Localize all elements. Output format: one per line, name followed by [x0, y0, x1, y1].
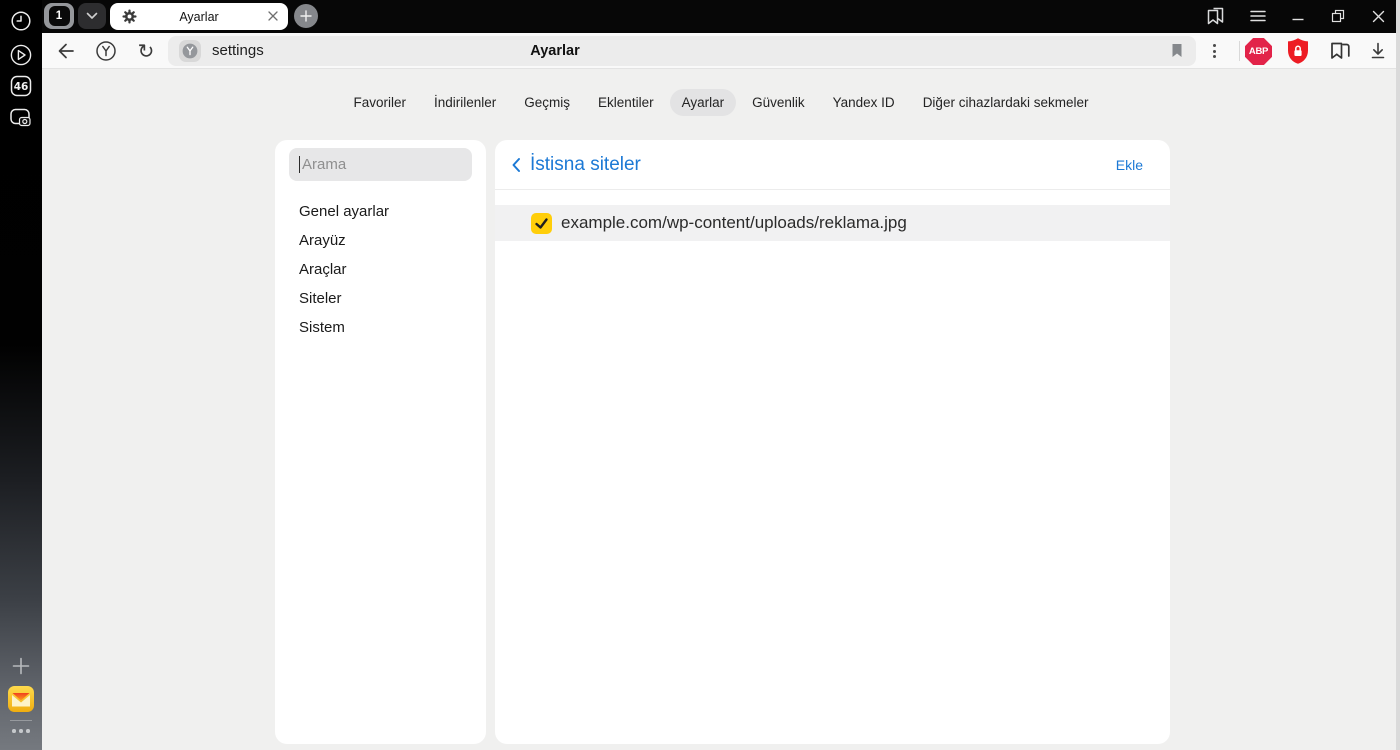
- browser-toolbar: ↻ settings Ayarlar ABP: [42, 33, 1400, 69]
- exceptions-header: İstisna siteler Ekle: [495, 140, 1170, 190]
- back-icon[interactable]: [54, 39, 78, 63]
- nav-tab-favoriler[interactable]: Favoriler: [341, 89, 418, 116]
- nav-tab-yandex-id[interactable]: Yandex ID: [821, 89, 907, 116]
- settings-nav: Favoriler İndirilenler Geçmiş Eklentiler…: [42, 89, 1400, 116]
- side-panel-icon[interactable]: [1204, 4, 1228, 28]
- gear-icon: [122, 9, 137, 24]
- download-icon[interactable]: [1366, 39, 1390, 63]
- search-field-wrap: [289, 148, 472, 181]
- tab-counter-badge: 1: [48, 6, 70, 26]
- site-favicon: [179, 40, 201, 62]
- page-title: Ayarlar: [530, 43, 580, 59]
- titlebar: 1 Ayarlar: [42, 0, 1400, 33]
- tab-counter-button[interactable]: 1: [44, 3, 74, 29]
- back-chevron-icon[interactable]: [508, 155, 524, 175]
- menu-item-araclar[interactable]: Araçlar: [275, 255, 486, 284]
- add-exception-button[interactable]: Ekle: [1116, 157, 1143, 173]
- add-panel-icon[interactable]: [0, 657, 42, 675]
- app-sidebar: 46: [0, 0, 42, 750]
- menu-item-siteler[interactable]: Siteler: [275, 284, 486, 313]
- menu-icon[interactable]: [1246, 4, 1270, 28]
- extension-count: 46: [14, 81, 29, 93]
- settings-sidebar-panel: Genel ayarlar Arayüz Araçlar Siteler Sis…: [275, 140, 486, 744]
- check-icon: [535, 217, 548, 229]
- exception-row[interactable]: example.com/wp-content/uploads/reklama.j…: [495, 205, 1170, 241]
- new-tab-icon: [300, 10, 312, 22]
- tab-title: Ayarlar: [179, 9, 219, 24]
- screenshot-icon[interactable]: [0, 107, 42, 129]
- toolbar-divider: [1239, 41, 1240, 61]
- yandex-button-icon[interactable]: [94, 39, 118, 63]
- menu-item-genel-ayarlar[interactable]: Genel ayarlar: [275, 197, 486, 226]
- protect-shield-icon[interactable]: [1285, 38, 1311, 64]
- text-caret: [299, 156, 300, 173]
- more-dots-icon[interactable]: [0, 729, 42, 733]
- search-input[interactable]: [289, 148, 472, 181]
- yandex-mail-icon[interactable]: [0, 686, 42, 712]
- nav-tab-eklentiler[interactable]: Eklentiler: [586, 89, 666, 116]
- refresh-icon[interactable]: ↻: [134, 39, 158, 63]
- sidebar-divider: [10, 720, 32, 721]
- history-clock-icon[interactable]: [0, 10, 42, 32]
- window-border: [1396, 0, 1400, 750]
- player-icon[interactable]: [0, 43, 42, 67]
- tab-close-icon[interactable]: [267, 10, 279, 22]
- adblock-label: ABP: [1248, 46, 1269, 57]
- url-text: settings: [212, 42, 264, 59]
- exception-checkbox[interactable]: [531, 212, 552, 234]
- adblock-badge-icon[interactable]: ABP: [1245, 38, 1272, 65]
- bookmark-icon[interactable]: [1170, 42, 1184, 59]
- exceptions-title: İstisna siteler: [530, 153, 641, 175]
- address-bar[interactable]: settings Ayarlar: [168, 36, 1196, 66]
- restore-icon[interactable]: [1326, 4, 1350, 28]
- kebab-icon[interactable]: [1202, 39, 1226, 63]
- new-tab-button[interactable]: [294, 4, 318, 28]
- window-close-icon[interactable]: [1366, 4, 1390, 28]
- collections-icon[interactable]: [1328, 39, 1352, 63]
- extensions-badge-icon[interactable]: 46: [0, 75, 42, 97]
- minimize-icon[interactable]: [1286, 4, 1310, 28]
- chevron-down-icon: [86, 12, 98, 19]
- nav-tab-gecmis[interactable]: Geçmiş: [512, 89, 582, 116]
- nav-tab-ayarlar[interactable]: Ayarlar: [669, 89, 737, 116]
- menu-item-sistem[interactable]: Sistem: [275, 313, 486, 342]
- nav-tab-indirilenler[interactable]: İndirilenler: [422, 89, 508, 116]
- exception-url: example.com/wp-content/uploads/reklama.j…: [561, 213, 907, 232]
- exceptions-panel: İstisna siteler Ekle example.com/wp-cont…: [495, 140, 1170, 744]
- menu-item-arayuz[interactable]: Arayüz: [275, 226, 486, 255]
- nav-tab-guvenlik[interactable]: Güvenlik: [740, 89, 817, 116]
- tab-list-chevron-button[interactable]: [78, 3, 106, 29]
- settings-menu: Genel ayarlar Arayüz Araçlar Siteler Sis…: [275, 197, 486, 342]
- nav-tab-diger-cihazlar[interactable]: Diğer cihazlardaki sekmeler: [911, 89, 1101, 116]
- settings-page: Favoriler İndirilenler Geçmiş Eklentiler…: [42, 69, 1400, 750]
- browser-tab-settings[interactable]: Ayarlar: [110, 3, 288, 30]
